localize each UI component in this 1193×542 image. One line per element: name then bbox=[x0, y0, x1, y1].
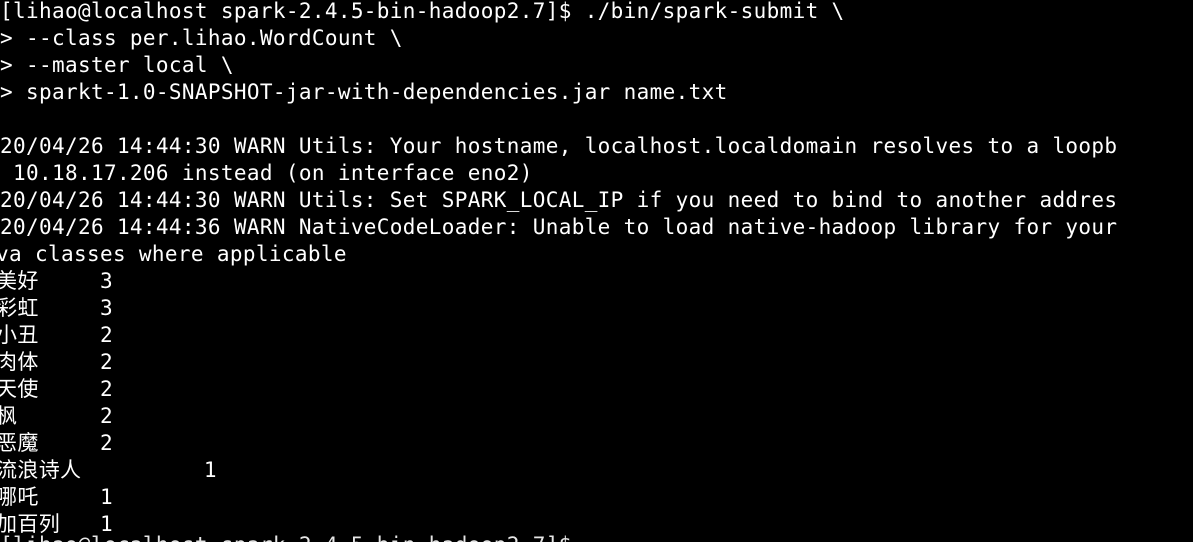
terminal-line-warn-ip: 10.18.17.206 instead (on interface eno2) bbox=[0, 161, 533, 185]
terminal-line-word-count: 哪吒 1 bbox=[0, 485, 113, 509]
terminal-line-class-arg: > --class per.lihao.WordCount \ bbox=[0, 26, 403, 50]
terminal-line-prompt-partial: [lihao@localhost spark-2.4.5-bin-hadoop2… bbox=[0, 532, 572, 542]
terminal-line-warn-hostname: 20/04/26 14:44:30 WARN Utils: Your hostn… bbox=[0, 134, 1118, 158]
terminal-line-word-count: 流浪诗人 1 bbox=[0, 458, 217, 482]
terminal-line-word-count: 小丑 2 bbox=[0, 323, 113, 347]
terminal-line-jar-arg: > sparkt-1.0-SNAPSHOT-jar-with-dependenc… bbox=[0, 80, 728, 104]
terminal-line-warn-native: 20/04/26 14:44:36 WARN NativeCodeLoader:… bbox=[0, 215, 1118, 239]
terminal-window[interactable]: [lihao@localhost spark-2.4.5-bin-hadoop2… bbox=[0, 0, 1193, 542]
terminal-line-command: [lihao@localhost spark-2.4.5-bin-hadoop2… bbox=[0, 0, 845, 23]
terminal-line-warn-native-cont: va classes where applicable bbox=[0, 242, 347, 266]
terminal-line-word-count: 天使 2 bbox=[0, 377, 113, 401]
terminal-line-word-count: 恶魔 2 bbox=[0, 431, 113, 455]
terminal-line-word-count: 枫 2 bbox=[0, 404, 113, 428]
terminal-line-word-count: 彩虹 3 bbox=[0, 296, 113, 320]
terminal-line-master-arg: > --master local \ bbox=[0, 53, 234, 77]
terminal-line-word-count: 肉体 2 bbox=[0, 350, 113, 374]
terminal-line-warn-local-ip: 20/04/26 14:44:30 WARN Utils: Set SPARK_… bbox=[0, 188, 1118, 212]
terminal-line-word-count: 美好 3 bbox=[0, 269, 113, 293]
